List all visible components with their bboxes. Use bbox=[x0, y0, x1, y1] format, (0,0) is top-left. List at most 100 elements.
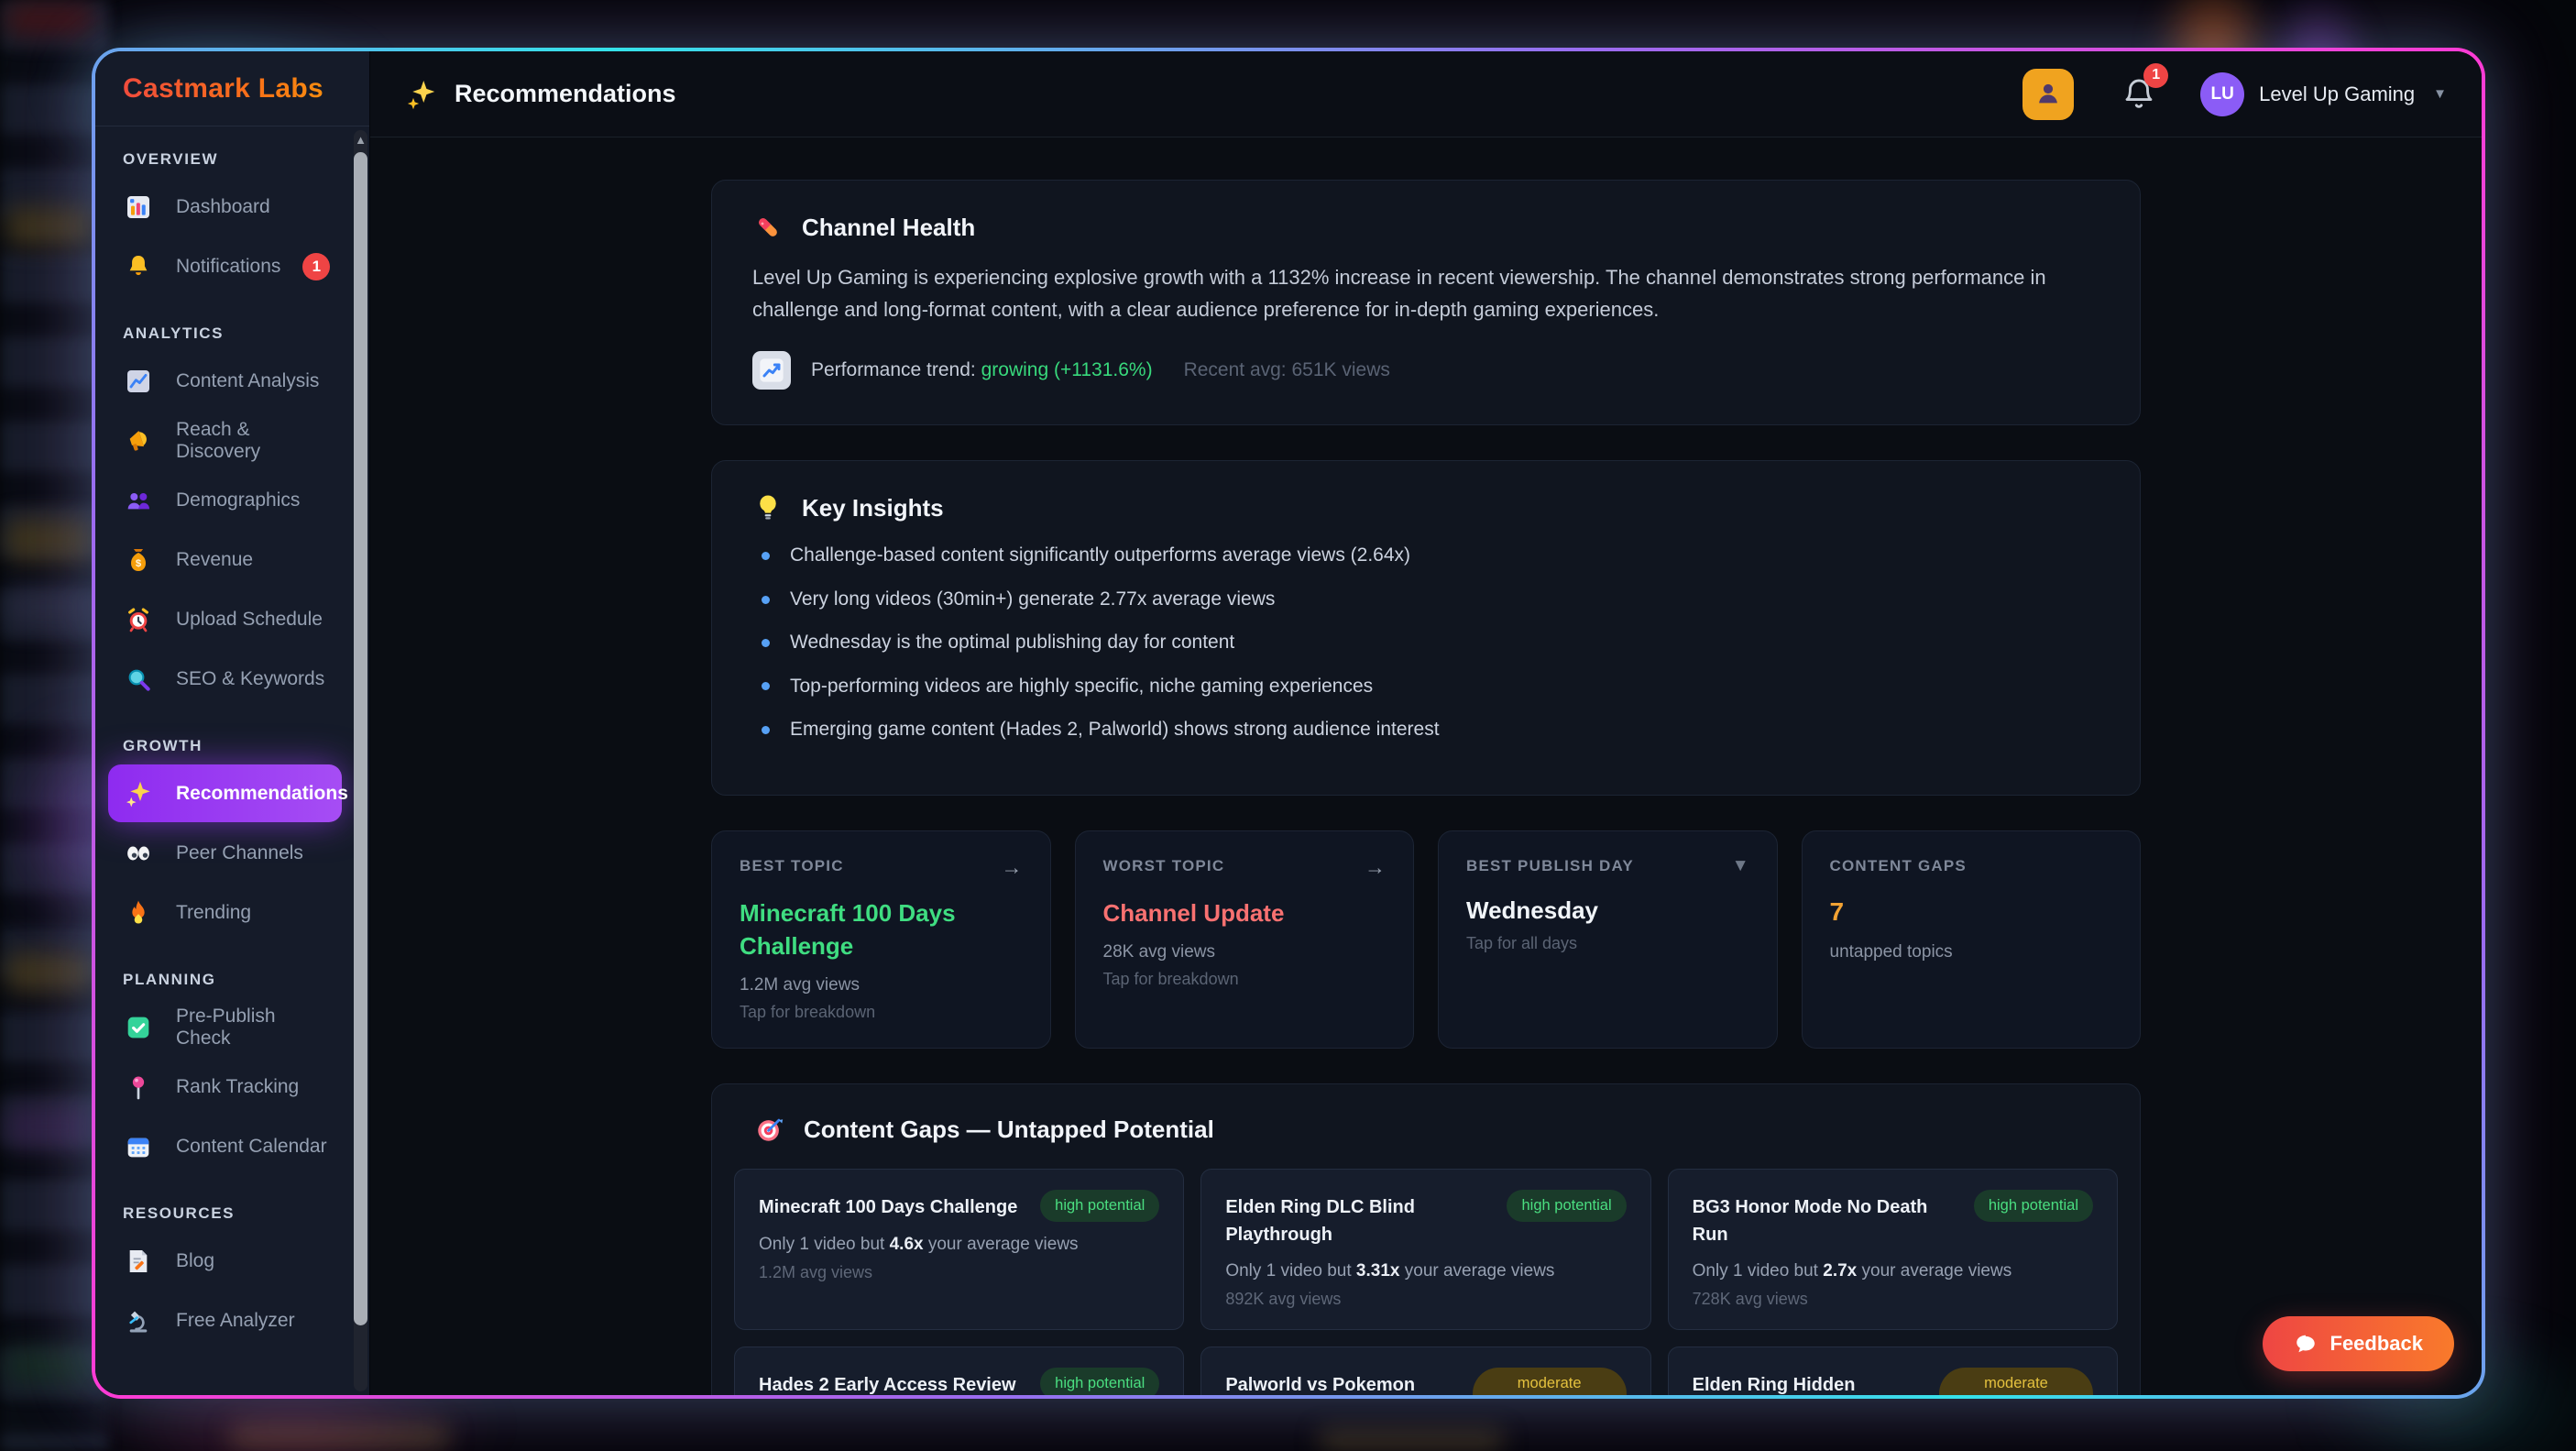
gap-title: Minecraft 100 Days Challenge bbox=[759, 1190, 1017, 1221]
recent-average: Recent avg: 651K views bbox=[1184, 359, 1390, 381]
gap-average-views: 1.2M avg views bbox=[759, 1263, 1159, 1282]
sidebar-item-label: Peer Channels bbox=[176, 842, 303, 864]
gap-title: Elden Ring Hidden Mechanics bbox=[1693, 1368, 1926, 1395]
potential-badge: high potential bbox=[1974, 1190, 2093, 1221]
sidebar-item-blog[interactable]: Blog bbox=[108, 1232, 342, 1290]
topbar-title-group: Recommendations bbox=[405, 78, 676, 111]
nav-section-label-resources: RESOURCES bbox=[123, 1204, 342, 1223]
background-blur-tile bbox=[5, 207, 93, 246]
notification-count-badge: 1 bbox=[302, 253, 330, 280]
gap-card-bg3-honor-mode[interactable]: BG3 Honor Mode No Death Run high potenti… bbox=[1668, 1169, 2118, 1330]
sidebar-item-seo-keywords[interactable]: SEO & Keywords bbox=[108, 650, 342, 708]
sidebar: Castmark Labs OVERVIEW Dashboard Notific… bbox=[95, 51, 370, 1395]
gap-card-palworld-vs-pokemon[interactable]: Palworld vs Pokemon Comparison moderate … bbox=[1200, 1347, 1650, 1395]
sidebar-item-label: Content Calendar bbox=[176, 1136, 327, 1158]
sidebar-item-content-calendar[interactable]: Content Calendar bbox=[108, 1117, 342, 1175]
background-blur-tile bbox=[5, 588, 93, 625]
content-column: Channel Health Level Up Gaming is experi… bbox=[711, 180, 2141, 1395]
gap-head: BG3 Honor Mode No Death Run high potenti… bbox=[1693, 1190, 2093, 1248]
alarm-clock-icon bbox=[123, 604, 154, 635]
stat-label: BEST TOPIC bbox=[740, 857, 844, 875]
sidebar-item-label: Rank Tracking bbox=[176, 1076, 299, 1098]
sidebar-item-pre-publish-check[interactable]: Pre-Publish Check bbox=[108, 998, 342, 1056]
account-name: Level Up Gaming bbox=[2259, 82, 2415, 106]
card-title-row: Key Insights bbox=[752, 492, 2099, 523]
bullet-dot bbox=[762, 552, 770, 560]
trend-label: Performance trend: bbox=[811, 359, 981, 380]
stat-label: WORST TOPIC bbox=[1103, 857, 1225, 875]
stat-head: WORST TOPIC → bbox=[1103, 857, 1387, 878]
sidebar-item-dashboard[interactable]: Dashboard bbox=[108, 178, 342, 236]
sidebar-item-rank-tracking[interactable]: Rank Tracking bbox=[108, 1058, 342, 1116]
sidebar-item-label: Free Analyzer bbox=[176, 1310, 295, 1332]
gap-head: Palworld vs Pokemon Comparison moderate … bbox=[1225, 1368, 1626, 1395]
notifications-button[interactable]: 1 bbox=[2121, 77, 2156, 112]
feedback-button[interactable]: Feedback bbox=[2263, 1316, 2455, 1371]
gap-card-minecraft-100-days[interactable]: Minecraft 100 Days Challenge high potent… bbox=[734, 1169, 1184, 1330]
card-title-row: Content Gaps — Untapped Potential bbox=[754, 1114, 2098, 1145]
background-blur-tile bbox=[5, 519, 93, 561]
sidebar-item-notifications[interactable]: Notifications 1 bbox=[108, 237, 342, 295]
potential-badge: moderate potential bbox=[1473, 1368, 1627, 1395]
sidebar-item-recommendations[interactable]: Recommendations bbox=[108, 764, 342, 822]
stat-card-content-gaps[interactable]: CONTENT GAPS 7 untapped topics bbox=[1802, 830, 2142, 1050]
gap-card-hades-2-review[interactable]: Hades 2 Early Access Review high potenti… bbox=[734, 1347, 1184, 1395]
sidebar-scrollbar-thumb[interactable] bbox=[354, 152, 367, 1325]
gap-head: Minecraft 100 Days Challenge high potent… bbox=[759, 1190, 1159, 1221]
pushpin-icon bbox=[123, 1072, 154, 1103]
sidebar-item-peer-channels[interactable]: Peer Channels bbox=[108, 824, 342, 882]
insight-item: Emerging game content (Hades 2, Palworld… bbox=[762, 716, 2099, 743]
gap-card-elden-ring-mechanics[interactable]: Elden Ring Hidden Mechanics moderate pot… bbox=[1668, 1347, 2118, 1395]
sidebar-item-label: Recommendations bbox=[176, 783, 348, 805]
stat-card-worst-topic[interactable]: WORST TOPIC → Channel Update 28K avg vie… bbox=[1075, 830, 1415, 1050]
gap-multiplier: 2.7x bbox=[1823, 1261, 1857, 1281]
bullet-dot bbox=[762, 596, 770, 604]
calendar-icon bbox=[123, 1131, 154, 1162]
gap-card-elden-ring-dlc[interactable]: Elden Ring DLC Blind Playthrough high po… bbox=[1200, 1169, 1650, 1330]
sidebar-item-trending[interactable]: Trending bbox=[108, 884, 342, 941]
sidebar-item-content-analysis[interactable]: Content Analysis bbox=[108, 352, 342, 410]
sidebar-item-label: Pre-Publish Check bbox=[176, 1006, 327, 1050]
sidebar-item-label: Revenue bbox=[176, 549, 253, 571]
performance-trend-row: Performance trend: growing (+1131.6%) Re… bbox=[752, 351, 2099, 390]
arrow-right-icon: → bbox=[1365, 857, 1386, 878]
scrollbar-up-arrow-icon[interactable]: ▲ bbox=[354, 132, 367, 148]
stat-card-best-topic[interactable]: BEST TOPIC → Minecraft 100 Days Challeng… bbox=[711, 830, 1051, 1050]
insight-item: Challenge-based content significantly ou… bbox=[762, 542, 2099, 569]
main-content: Channel Health Level Up Gaming is experi… bbox=[370, 137, 2482, 1395]
gap-description: Only 1 video but 2.7x your average views bbox=[1693, 1261, 2093, 1281]
magnifier-icon bbox=[123, 664, 154, 695]
gap-title: BG3 Honor Mode No Death Run bbox=[1693, 1190, 1961, 1248]
potential-badge: high potential bbox=[1040, 1190, 1159, 1221]
sparkles-icon bbox=[405, 78, 438, 111]
topbar: Recommendations 1 LU Level Up Gaming bbox=[370, 51, 2482, 137]
stat-cards-row: BEST TOPIC → Minecraft 100 Days Challeng… bbox=[711, 830, 2141, 1050]
insight-text: Challenge-based content significantly ou… bbox=[790, 542, 1410, 569]
stat-hint: Tap for breakdown bbox=[1103, 970, 1387, 989]
insights-list: Challenge-based content significantly ou… bbox=[752, 542, 2099, 743]
profile-button[interactable] bbox=[2022, 69, 2074, 120]
sidebar-item-upload-schedule[interactable]: Upload Schedule bbox=[108, 590, 342, 648]
sidebar-item-label: Demographics bbox=[176, 489, 300, 511]
stat-card-best-publish-day[interactable]: BEST PUBLISH DAY ▼ Wednesday Tap for all… bbox=[1438, 830, 1778, 1050]
sidebar-item-reach-discovery[interactable]: Reach & Discovery bbox=[108, 412, 342, 469]
chart-up-icon bbox=[752, 351, 791, 390]
nav-section-label-analytics: ANALYTICS bbox=[123, 324, 342, 343]
sidebar-item-free-analyzer[interactable]: Free Analyzer bbox=[108, 1292, 342, 1349]
bullet-dot bbox=[762, 639, 770, 647]
sidebar-item-demographics[interactable]: Demographics bbox=[108, 471, 342, 529]
nav-section-label-overview: OVERVIEW bbox=[123, 150, 342, 169]
stat-meta: untapped topics bbox=[1830, 942, 2113, 962]
account-menu[interactable]: LU Level Up Gaming ▼ bbox=[2200, 72, 2447, 116]
sidebar-item-revenue[interactable]: $ Revenue bbox=[108, 531, 342, 588]
stat-head: BEST PUBLISH DAY ▼ bbox=[1466, 857, 1749, 875]
arrow-right-icon: → bbox=[1002, 857, 1023, 878]
key-insights-title: Key Insights bbox=[802, 494, 944, 522]
people-icon bbox=[123, 485, 154, 516]
sidebar-item-label: Trending bbox=[176, 902, 251, 924]
sidebar-item-label: Notifications bbox=[176, 256, 280, 278]
card-title-row: Channel Health bbox=[752, 212, 2099, 243]
insight-item: Top-performing videos are highly specifi… bbox=[762, 673, 2099, 700]
bar-chart-icon bbox=[123, 192, 154, 223]
page-title: Recommendations bbox=[455, 80, 676, 108]
